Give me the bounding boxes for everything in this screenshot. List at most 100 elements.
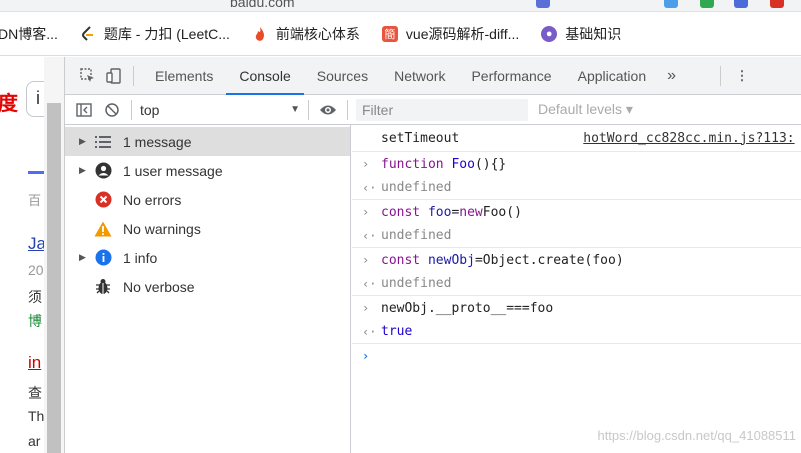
- result-text: Th: [28, 408, 45, 424]
- sidebar-item-user-messages[interactable]: ▶ 1 user message: [65, 156, 350, 185]
- divider: [133, 65, 134, 86]
- result-arrow-icon: ‹·: [362, 180, 377, 195]
- result-value: undefined: [381, 228, 452, 243]
- result-title-link[interactable]: in: [28, 353, 41, 373]
- context-label: top: [140, 101, 160, 118]
- sidebar-item-label: 1 user message: [123, 162, 223, 179]
- tab-performance[interactable]: Performance: [458, 57, 564, 95]
- bookmark-label: DN博客...: [0, 25, 58, 42]
- log-levels-dropdown[interactable]: Default levels ▾: [538, 101, 633, 118]
- sidebar-item-info[interactable]: ▶ 1 info: [65, 243, 350, 272]
- flame-icon: [252, 26, 268, 42]
- live-expression-eye-icon[interactable]: [317, 99, 339, 121]
- console-input-line: › const foo = new Foo(): [352, 200, 801, 224]
- result-arrow-icon: ‹·: [362, 228, 377, 243]
- source-link[interactable]: hotWord_cc828cc.min.js?113:: [583, 131, 794, 146]
- baidu-logo: 度: [0, 93, 18, 115]
- prompt-chevron-icon: ›: [362, 349, 370, 363]
- console-input-line: › newObj.__proto__===foo: [352, 296, 801, 320]
- sidebar-item-label: 1 message: [123, 133, 192, 150]
- sidebar-item-verbose[interactable]: No verbose: [65, 272, 350, 301]
- console-toolbar: top ▼ Filter Default levels ▾: [65, 95, 801, 125]
- console-output[interactable]: setTimeout hotWord_cc828cc.min.js?113: ›…: [352, 125, 801, 453]
- bookmark-basics[interactable]: ● 基础知识: [541, 24, 621, 44]
- bookmark-label: vue源码解析-diff...: [405, 25, 520, 42]
- console-result-line: ‹· undefined: [352, 272, 801, 296]
- expand-triangle-icon[interactable]: ▶: [79, 252, 93, 263]
- devtools-tabbar: Elements Console Sources Network Perform…: [65, 57, 801, 95]
- result-arrow-icon: ‹·: [362, 324, 377, 339]
- bookmark-red-icon: 簡: [381, 25, 398, 42]
- earth-icon: ●: [541, 25, 558, 42]
- sidebar-item-label: No warnings: [123, 220, 201, 237]
- result-text: 查: [28, 385, 42, 401]
- bookmark-label: 题库 - 力扣 (LeetC...: [103, 25, 230, 42]
- inspect-element-icon[interactable]: [77, 65, 99, 87]
- user-icon: [93, 161, 113, 181]
- tab-console[interactable]: Console: [226, 57, 304, 95]
- extension-icon[interactable]: [734, 0, 748, 8]
- tab-network[interactable]: Network: [381, 57, 458, 95]
- extension-icon[interactable]: [700, 0, 714, 8]
- bookmark-label: 基础知识: [565, 25, 622, 42]
- clear-console-icon[interactable]: [101, 99, 123, 121]
- tab-underline: [28, 171, 44, 174]
- kebab-menu-icon[interactable]: ⋮: [731, 65, 753, 87]
- code-keyword: const: [381, 204, 421, 220]
- search-input-text: i: [36, 88, 40, 108]
- log-text: setTimeout: [381, 130, 460, 146]
- console-input-line: › const newObj =Object.create(foo): [352, 248, 801, 272]
- result-source[interactable]: 博: [28, 311, 42, 331]
- address-bar[interactable]: baidu.com: [230, 0, 295, 10]
- input-chevron-icon: ›: [362, 301, 370, 315]
- result-value: undefined: [381, 276, 452, 291]
- bookmark-frontend[interactable]: 前端核心体系: [252, 24, 360, 44]
- expand-triangle-icon[interactable]: ▶: [79, 165, 93, 176]
- sidebar-item-warnings[interactable]: No warnings: [65, 214, 350, 243]
- sidebar-item-errors[interactable]: No errors: [65, 185, 350, 214]
- extension-icon[interactable]: [770, 0, 784, 8]
- leetcode-icon: [80, 25, 96, 42]
- input-chevron-icon: ›: [362, 253, 370, 267]
- filter-input[interactable]: Filter: [356, 98, 528, 121]
- more-tabs-button[interactable]: »: [659, 57, 684, 95]
- code-text: =: [451, 204, 460, 220]
- tab-sources[interactable]: Sources: [304, 57, 381, 95]
- code-keyword: const: [381, 252, 421, 268]
- code-text: newObj.__proto__===foo: [381, 300, 554, 316]
- input-chevron-icon: ›: [362, 157, 370, 171]
- divider: [308, 99, 309, 120]
- sidebar-toggle-icon[interactable]: [73, 99, 95, 121]
- page-scrollbar-thumb[interactable]: [47, 103, 61, 453]
- expand-triangle-icon[interactable]: ▶: [79, 136, 93, 147]
- devtools-panel: Elements Console Sources Network Perform…: [64, 57, 801, 453]
- bug-icon: [93, 277, 113, 297]
- extension-icon[interactable]: [536, 0, 550, 8]
- code-identifier: Foo: [451, 156, 475, 172]
- result-arrow-icon: ‹·: [362, 276, 377, 291]
- bookmark-vue-diff[interactable]: 簡 vue源码解析-diff...: [381, 24, 520, 44]
- info-icon: [93, 248, 113, 268]
- result-value: undefined: [381, 180, 452, 195]
- divider: [131, 99, 132, 120]
- device-toolbar-icon[interactable]: [103, 65, 125, 87]
- bookmark-leetcode[interactable]: 题库 - 力扣 (LeetC...: [80, 24, 230, 44]
- extension-icon[interactable]: [664, 0, 678, 8]
- context-selector[interactable]: top ▼: [140, 102, 304, 118]
- tab-elements[interactable]: Elements: [142, 57, 226, 95]
- sidebar-item-label: No verbose: [123, 278, 195, 295]
- warning-icon: [93, 219, 113, 239]
- code-identifier: newObj: [427, 252, 475, 268]
- browser-toolbar: baidu.com: [0, 0, 801, 12]
- console-input-line: › function Foo(){}: [352, 152, 801, 176]
- result-meta: 百: [28, 193, 42, 208]
- input-chevron-icon: ›: [362, 205, 370, 219]
- list-icon: [93, 132, 113, 152]
- console-prompt[interactable]: ›: [352, 344, 801, 368]
- console-sidebar: ▶ 1 message ▶ 1 user message No errors N…: [65, 125, 351, 453]
- console-result-line: ‹· undefined: [352, 224, 801, 248]
- sidebar-item-messages[interactable]: ▶ 1 message: [65, 127, 350, 156]
- bookmark-csdn[interactable]: DN博客...: [0, 24, 58, 44]
- tab-application[interactable]: Application: [565, 57, 660, 95]
- web-page-strip: 度 i 百 Ja 20 须 博 in 查 Th ar: [0, 57, 64, 453]
